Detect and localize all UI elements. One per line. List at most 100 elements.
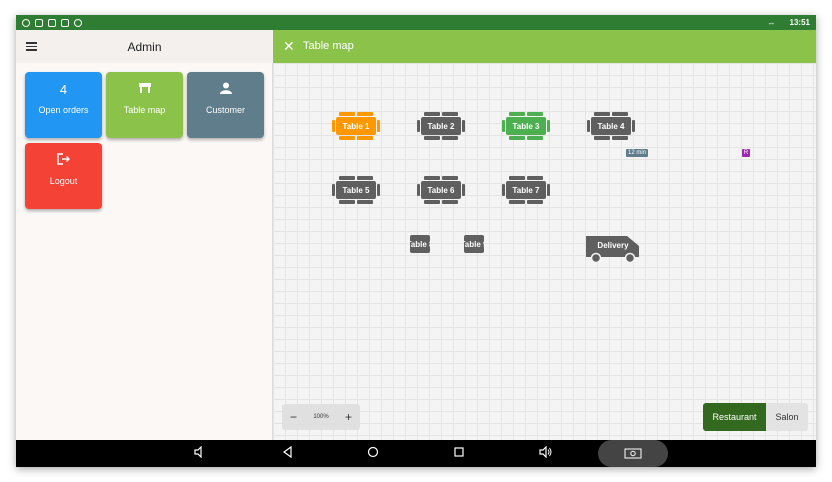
open-orders-label: Open orders	[38, 105, 89, 115]
table-map-app-bar: ✕ Table map	[273, 30, 816, 63]
chair-icon	[587, 120, 590, 132]
table-4-label: Table 4	[591, 117, 631, 135]
chair-icon	[516, 136, 525, 140]
chair-icon	[601, 136, 610, 140]
tablet-screen: ↔ 13:51 Admin 4 Open orders Table map Cu…	[16, 15, 816, 467]
table-9[interactable]: Table 9	[458, 229, 490, 259]
volume-down-icon[interactable]	[194, 445, 206, 461]
chair-icon	[462, 184, 465, 196]
status-bar: ↔ 13:51	[16, 15, 816, 30]
table-8[interactable]: Table 8	[404, 229, 436, 259]
table-1[interactable]: Table 1	[330, 111, 382, 141]
chair-icon	[332, 120, 335, 132]
customer-tile[interactable]: Customer	[187, 72, 264, 138]
area-salon-button[interactable]: Salon	[766, 403, 808, 431]
delivery-label: Delivery	[597, 241, 629, 250]
code-icon	[48, 18, 56, 27]
status-time: 13:51	[789, 18, 810, 27]
open-orders-count: 4	[59, 82, 68, 97]
chair-icon	[364, 200, 373, 204]
table-8-label: Table 8	[410, 235, 430, 253]
back-icon[interactable]	[282, 445, 294, 461]
table-5[interactable]: Table 5	[330, 175, 382, 205]
logout-tile[interactable]: Logout	[25, 143, 102, 209]
volume-up-icon[interactable]	[539, 445, 553, 461]
code-icon	[35, 18, 43, 27]
chair-icon	[534, 136, 543, 140]
table-6[interactable]: Table 6	[415, 175, 467, 205]
chair-icon	[449, 176, 458, 180]
home-icon[interactable]	[367, 446, 379, 461]
logout-label: Logout	[49, 176, 78, 186]
table-1-label: Table 1	[336, 117, 376, 135]
customer-label: Customer	[205, 105, 245, 115]
chair-icon	[534, 200, 543, 204]
table-map-label: Table map	[123, 105, 166, 115]
chair-icon	[417, 184, 420, 196]
chair-icon	[377, 120, 380, 132]
chair-icon	[431, 176, 440, 180]
person-icon	[187, 82, 264, 97]
admin-sidebar: 4 Open orders Table map Customer Logout	[16, 63, 273, 440]
chair-icon	[516, 112, 525, 116]
table-9-label: Table 9	[464, 235, 484, 253]
table-icon	[106, 82, 183, 97]
area-selector: Restaurant Salon	[703, 403, 808, 431]
eye-icon	[22, 18, 30, 27]
chair-icon	[449, 200, 458, 204]
chair-icon	[502, 120, 505, 132]
chair-icon	[449, 136, 458, 140]
chair-icon	[534, 176, 543, 180]
chair-icon	[346, 136, 355, 140]
screenshot-pill[interactable]	[598, 440, 668, 467]
chair-icon	[601, 112, 610, 116]
table-2-label: Table 2	[421, 117, 461, 135]
delivery-van[interactable]: Delivery	[585, 235, 641, 264]
chair-icon	[449, 112, 458, 116]
chair-icon	[377, 184, 380, 196]
system-nav-bar	[16, 440, 816, 467]
android-icon	[74, 18, 82, 27]
table-3[interactable]: Table 3	[500, 111, 552, 141]
table-map-title: Table map	[303, 40, 354, 52]
chair-icon	[516, 200, 525, 204]
swap-arrows-icon: ↔	[767, 18, 776, 27]
zoom-in-button[interactable]: +	[345, 410, 352, 424]
zoom-control: − 100% +	[282, 404, 360, 430]
logout-icon	[25, 153, 102, 168]
zoom-out-button[interactable]: −	[290, 410, 297, 424]
close-icon[interactable]: ✕	[283, 39, 295, 53]
table-2[interactable]: Table 2	[415, 111, 467, 141]
chair-icon	[431, 136, 440, 140]
screenshot-icon	[624, 448, 642, 459]
chair-icon	[632, 120, 635, 132]
image-icon	[61, 18, 69, 27]
table-map-canvas[interactable]: Table 1 Table 2 Table 3 Table 4 Table 5 …	[273, 63, 816, 440]
admin-app-bar: Admin	[16, 30, 273, 63]
chair-icon	[547, 184, 550, 196]
table-7-label: Table 7	[506, 181, 546, 199]
open-orders-tile[interactable]: 4 Open orders	[25, 72, 102, 138]
chair-icon	[417, 120, 420, 132]
table-5-label: Table 5	[336, 181, 376, 199]
chair-icon	[346, 200, 355, 204]
admin-title: Admin	[127, 39, 162, 54]
area-restaurant-button[interactable]: Restaurant	[703, 403, 766, 431]
chair-icon	[431, 112, 440, 116]
table-6-label: Table 6	[421, 181, 461, 199]
chair-icon	[364, 112, 373, 116]
chair-icon	[346, 176, 355, 180]
chair-icon	[431, 200, 440, 204]
chair-icon	[364, 176, 373, 180]
table-map-tile[interactable]: Table map	[106, 72, 183, 138]
chair-icon	[619, 112, 628, 116]
chair-icon	[502, 184, 505, 196]
chair-icon	[534, 112, 543, 116]
zoom-level: 100%	[313, 414, 329, 420]
chair-icon	[364, 136, 373, 140]
chair-icon	[346, 112, 355, 116]
chair-icon	[619, 136, 628, 140]
recents-icon[interactable]	[453, 446, 465, 461]
table-4[interactable]: Table 4	[585, 111, 637, 141]
table-7[interactable]: Table 7	[500, 175, 552, 205]
